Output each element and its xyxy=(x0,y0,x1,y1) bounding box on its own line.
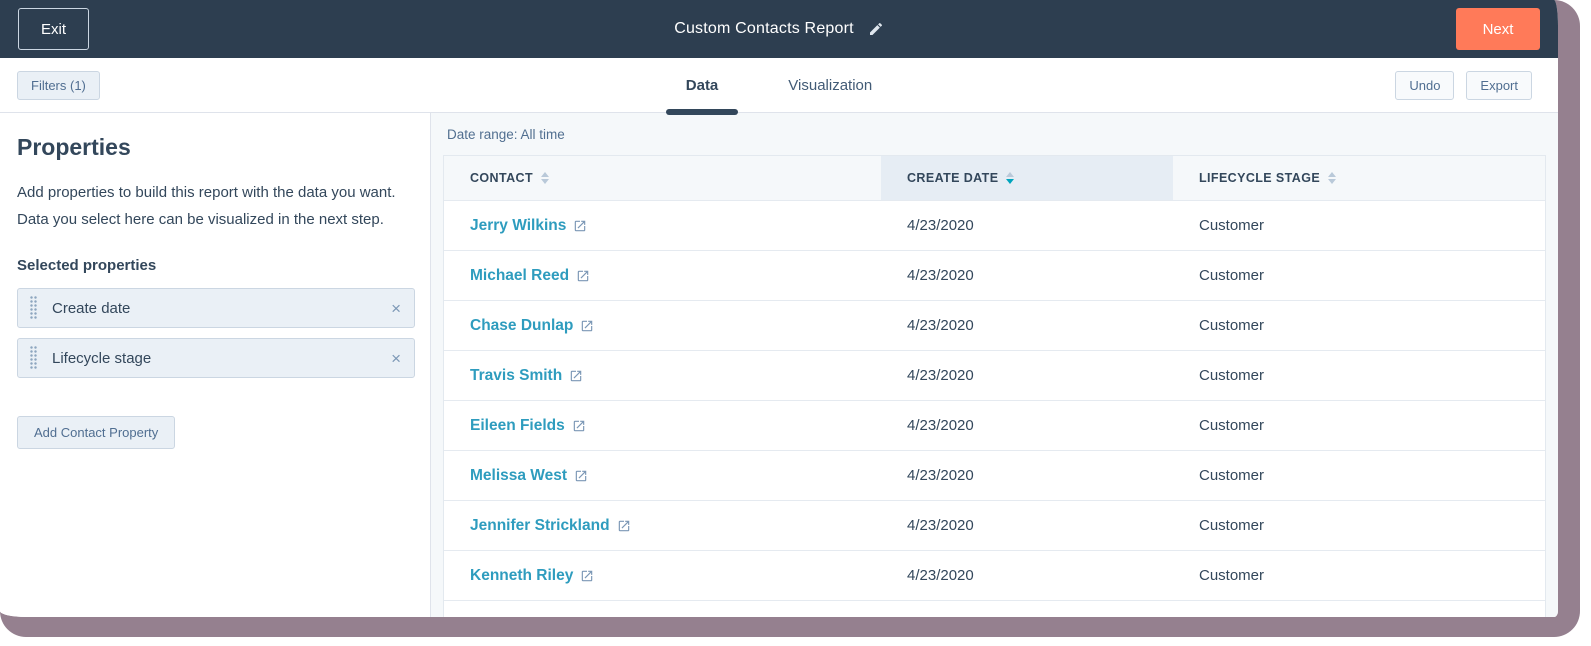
active-tab-underline xyxy=(665,109,739,115)
column-header-label: CONTACT xyxy=(470,171,533,185)
external-link-icon xyxy=(577,270,589,281)
selected-properties-list: Create date × Lifecycle stage × xyxy=(17,288,416,378)
column-header-lifecycle-stage[interactable]: LIFECYCLE STAGE xyxy=(1173,156,1545,200)
report-preview-panel: Date range: All time CONTACT CREATE DATE xyxy=(431,113,1558,617)
create-date-cell: 4/23/2020 xyxy=(907,367,974,384)
exit-button[interactable]: Exit xyxy=(18,8,90,50)
sidebar-title: Properties xyxy=(17,134,131,160)
contact-link[interactable]: Kenneth Riley xyxy=(470,567,594,585)
lifecycle-stage-cell: Customer xyxy=(1199,467,1265,484)
column-header-label: LIFECYCLE STAGE xyxy=(1199,171,1321,185)
contact-link[interactable]: Melissa West xyxy=(470,467,588,485)
external-link-icon xyxy=(582,570,593,581)
lifecycle-stage-cell: Customer xyxy=(1199,417,1265,434)
create-date-cell: 4/23/2020 xyxy=(907,217,974,234)
date-range-label: Date range: All time xyxy=(447,127,565,142)
property-chip-create-date[interactable]: Create date × xyxy=(17,288,415,328)
contacts-table: CONTACT CREATE DATE LIFECYCLE STAGE Jerr… xyxy=(443,155,1546,617)
property-chip-label: Create date xyxy=(52,299,131,317)
remove-x-icon[interactable]: × xyxy=(391,300,401,317)
table-header-row: CONTACT CREATE DATE LIFECYCLE STAGE xyxy=(444,156,1545,200)
sort-carets-icon xyxy=(1328,172,1337,184)
report-title-area: Custom Contacts Report xyxy=(0,0,1558,58)
table-row: Travis Smith 4/23/2020 Customer xyxy=(444,350,1545,400)
table-row: Kenneth Riley 4/23/2020 Customer xyxy=(444,550,1545,600)
tab-visualization[interactable]: Visualization xyxy=(762,58,898,113)
contact-link[interactable]: Travis Smith xyxy=(470,367,583,385)
create-date-cell: 4/23/2020 xyxy=(907,417,974,434)
create-date-cell: 4/23/2020 xyxy=(907,467,974,484)
drag-handle-icon[interactable] xyxy=(30,296,37,320)
sort-carets-icon-desc-active xyxy=(1006,172,1015,184)
create-date-cell: 4/23/2020 xyxy=(907,567,974,584)
external-link-icon xyxy=(582,320,593,331)
contact-link[interactable]: Jerry Wilkins xyxy=(470,217,587,235)
page-title: Custom Contacts Report xyxy=(674,20,854,37)
contact-link[interactable]: Jennifer Strickland xyxy=(470,517,631,535)
tab-data[interactable]: Data xyxy=(660,58,745,115)
lifecycle-stage-cell: Customer xyxy=(1199,267,1265,284)
create-date-cell: 4/23/2020 xyxy=(907,267,974,284)
lifecycle-stage-cell: Customer xyxy=(1199,517,1265,534)
column-header-contact[interactable]: CONTACT xyxy=(444,156,881,200)
column-header-create-date[interactable]: CREATE DATE xyxy=(881,156,1173,200)
property-chip-label: Lifecycle stage xyxy=(52,349,152,367)
edit-pencil-icon[interactable] xyxy=(868,21,884,37)
drag-handle-icon[interactable] xyxy=(30,346,37,370)
screenshot-frame: Exit Custom Contacts Report Next Filters… xyxy=(0,0,1580,637)
table-row: Melissa West 4/23/2020 Customer xyxy=(444,450,1545,500)
contact-link[interactable]: Chase Dunlap xyxy=(470,317,594,335)
lifecycle-stage-cell: Customer xyxy=(1199,217,1265,234)
external-link-icon xyxy=(618,520,629,531)
table-row: Jerry Wilkins 4/23/2020 Customer xyxy=(444,200,1545,250)
top-navigation-bar: Exit Custom Contacts Report Next xyxy=(0,0,1558,58)
external-link-icon xyxy=(570,370,582,381)
external-link-icon xyxy=(573,420,585,431)
toolbar: Filters (1) Data Visualization Undo Expo… xyxy=(0,58,1558,115)
lifecycle-stage-cell: Customer xyxy=(1199,367,1265,384)
table-row-partial xyxy=(444,600,1545,617)
create-date-cell: 4/23/2020 xyxy=(907,317,974,334)
tab-data-label: Data xyxy=(685,77,719,94)
next-button[interactable]: Next xyxy=(1456,8,1540,50)
lifecycle-stage-cell: Customer xyxy=(1199,317,1265,334)
table-row: Jennifer Strickland 4/23/2020 Customer xyxy=(444,500,1545,550)
contact-link[interactable]: Michael Reed xyxy=(470,267,590,285)
create-date-cell: 4/23/2020 xyxy=(907,517,974,534)
tab-visualization-label: Visualization xyxy=(788,77,873,94)
table-row: Eileen Fields 4/23/2020 Customer xyxy=(444,400,1545,450)
add-contact-property-button[interactable]: Add Contact Property xyxy=(17,416,176,449)
column-header-label: CREATE DATE xyxy=(907,171,999,185)
sort-carets-icon xyxy=(540,172,549,184)
property-chip-lifecycle-stage[interactable]: Lifecycle stage × xyxy=(17,338,415,378)
selected-properties-label: Selected properties xyxy=(17,257,157,274)
sidebar-description: Add properties to build this report with… xyxy=(17,184,396,228)
table-row: Michael Reed 4/23/2020 Customer xyxy=(444,250,1545,300)
table-row: Chase Dunlap 4/23/2020 Customer xyxy=(444,300,1545,350)
external-link-icon xyxy=(575,470,587,481)
properties-sidebar: Properties Add properties to build this … xyxy=(0,113,431,617)
lifecycle-stage-cell: Customer xyxy=(1199,567,1265,584)
contact-link[interactable]: Eileen Fields xyxy=(470,417,586,435)
external-link-icon xyxy=(575,220,586,231)
view-tabs: Data Visualization xyxy=(0,58,1558,115)
remove-x-icon[interactable]: × xyxy=(391,350,401,367)
